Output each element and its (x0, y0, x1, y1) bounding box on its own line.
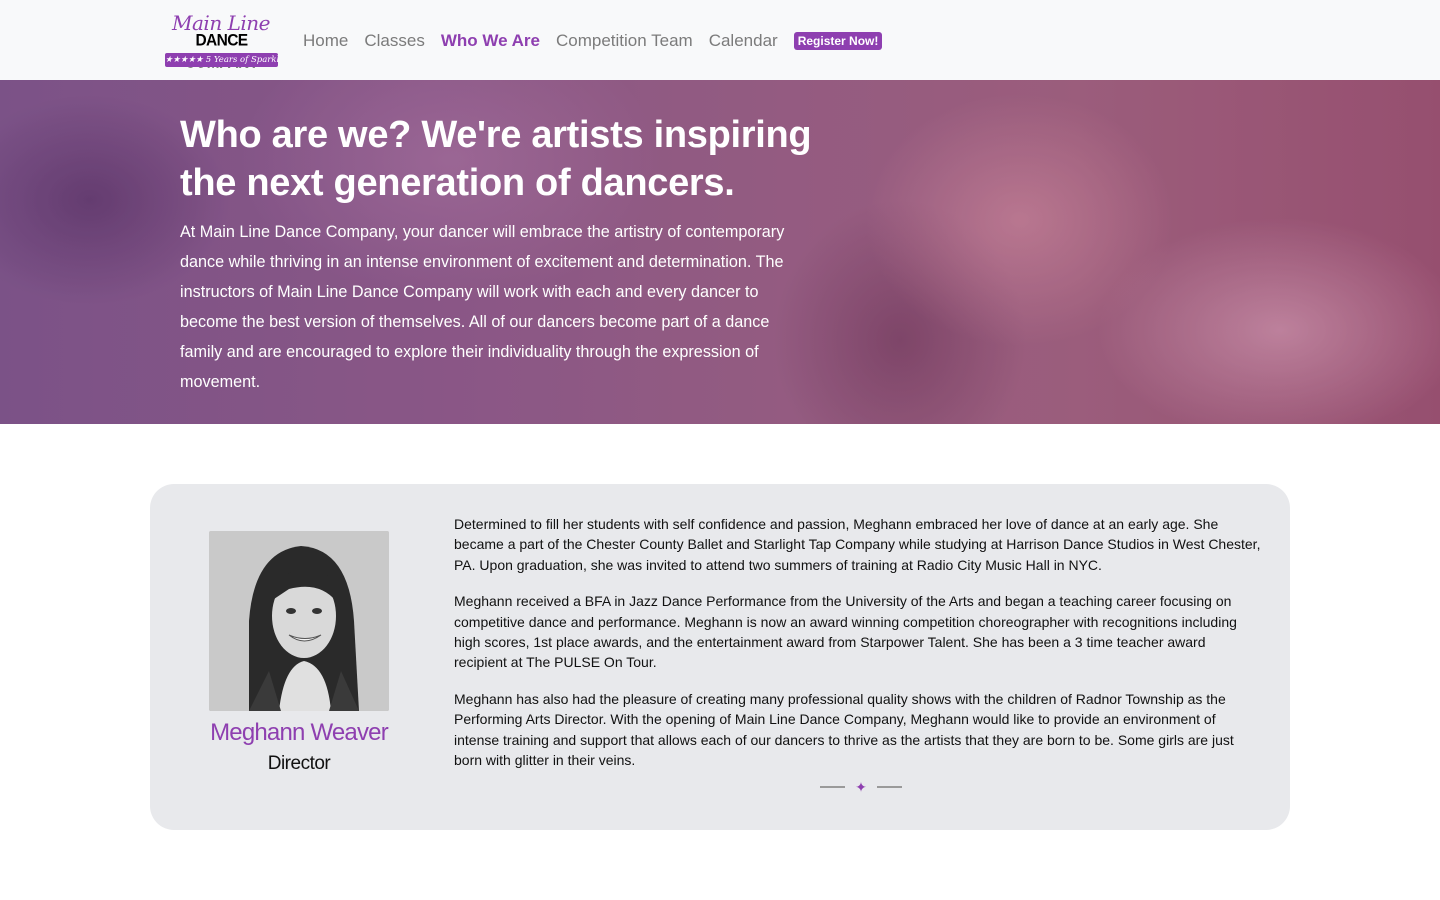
brand-logo[interactable]: Main Line DANCE COMPANY ★★★★★ 5 Years of… (165, 12, 278, 72)
hero-banner: Who are we? We're artists inspiring the … (0, 80, 1440, 424)
hero-body: At Main Line Dance Company, your dancer … (180, 223, 785, 391)
register-button[interactable]: Register Now! (793, 32, 883, 50)
bio-paragraph: Meghann received a BFA in Jazz Dance Per… (454, 593, 1237, 671)
director-profile-card: Meghann Weaver Director Determined to fi… (150, 484, 1290, 830)
director-name: Meghann Weaver (210, 719, 389, 746)
logo-wordmark: DANCE COMPANY (185, 31, 259, 72)
logo-tagline: ★★★★★ 5 Years of Sparkle (165, 53, 278, 67)
director-photo (209, 531, 389, 711)
director-title: Director (267, 753, 331, 774)
director-bio: Determined to fill her students with sel… (454, 514, 1262, 786)
nav-calendar[interactable]: Calendar (701, 29, 786, 53)
portrait-image (209, 531, 389, 711)
section-divider: ✦ (820, 778, 902, 796)
bio-paragraph: Determined to fill her students with sel… (454, 516, 1261, 573)
bio-paragraph: Meghann has also had the pleasure of cre… (454, 690, 1234, 769)
nav-competition-team[interactable]: Competition Team (548, 29, 701, 53)
divider-line (820, 786, 845, 788)
sparkle-icon: ✦ (855, 779, 867, 795)
nav-classes[interactable]: Classes (356, 29, 432, 53)
nav-home[interactable]: Home (295, 29, 356, 53)
main-nav: Home Classes Who We Are Competition Team… (295, 28, 883, 54)
nav-who-we-are[interactable]: Who We Are (433, 29, 548, 53)
divider-line (876, 786, 902, 788)
navbar: Main Line DANCE COMPANY ★★★★★ 5 Years of… (0, 0, 1440, 80)
hero-heading: Who are we? We're artists inspiring the … (180, 114, 812, 204)
